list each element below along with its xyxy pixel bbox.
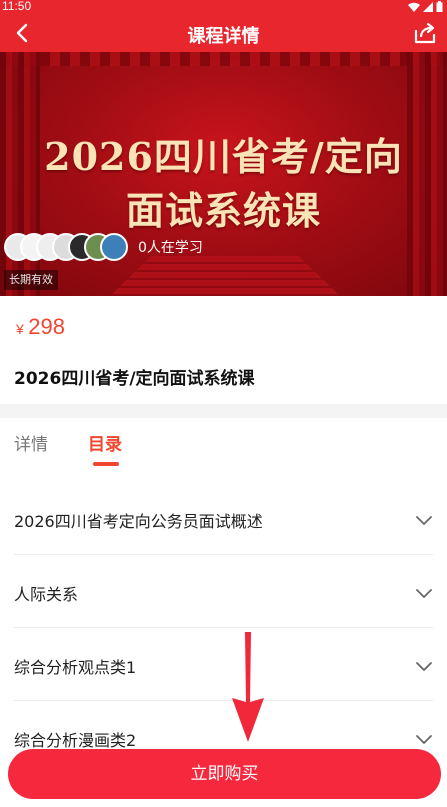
- chevron-down-icon[interactable]: [415, 658, 433, 671]
- list-item[interactable]: 2026四川省考定向公务员面试概述: [14, 482, 433, 555]
- stage-stairs: [110, 256, 340, 296]
- guide-arrow-icon: [232, 632, 264, 742]
- page-title: 课程详情: [187, 26, 260, 47]
- list-item[interactable]: 人际关系: [14, 555, 433, 628]
- status-icons: [408, 1, 443, 15]
- catalog-item-title: 综合分析观点类1: [14, 658, 137, 677]
- list-item[interactable]: 综合分析观点类1: [14, 628, 433, 701]
- share-icon[interactable]: [413, 22, 437, 44]
- tab-catalog[interactable]: 目录: [88, 430, 122, 455]
- chevron-down-icon[interactable]: [415, 512, 433, 525]
- nav-bar: 课程详情: [0, 14, 447, 52]
- chevron-down-icon[interactable]: [415, 731, 433, 744]
- status-bar: 11:50: [0, 0, 447, 14]
- price-value: 298: [28, 314, 65, 339]
- course-name: 2026四川省考/定向面试系统课: [14, 369, 255, 389]
- course-price: ¥ 298: [16, 314, 65, 340]
- catalog-item-title: 人际关系: [14, 585, 79, 604]
- banner-title-line2: 面试系统课: [125, 188, 321, 233]
- catalog-list: 2026四川省考定向公务员面试概述 人际关系 综合分析观点类1 综合分析漫画类2: [0, 482, 447, 774]
- learner-count: 0人在学习: [138, 240, 203, 256]
- active-tab-indicator: [93, 462, 119, 466]
- tab-detail[interactable]: 详情: [14, 430, 48, 455]
- catalog-item-title: 综合分析漫画类2: [14, 731, 137, 750]
- buy-now-button[interactable]: 立即购买: [8, 749, 441, 799]
- tab-bar: 详情 目录: [0, 418, 447, 476]
- avatar: [100, 233, 128, 261]
- banner-title-line1: 2026四川省考/定向: [44, 134, 403, 179]
- price-symbol: ¥: [16, 321, 24, 337]
- battery-icon: [436, 1, 443, 15]
- section-divider: [0, 404, 447, 418]
- validity-badge: 长期有效: [4, 270, 58, 290]
- signal-icon: [423, 1, 433, 15]
- catalog-item-title: 2026四川省考定向公务员面试概述: [14, 512, 263, 531]
- status-time: 11:50: [2, 0, 32, 13]
- wifi-icon: [408, 2, 420, 15]
- learners-row: 0人在学习: [4, 232, 203, 262]
- chevron-down-icon[interactable]: [415, 585, 433, 598]
- curtain-valance: [0, 52, 447, 66]
